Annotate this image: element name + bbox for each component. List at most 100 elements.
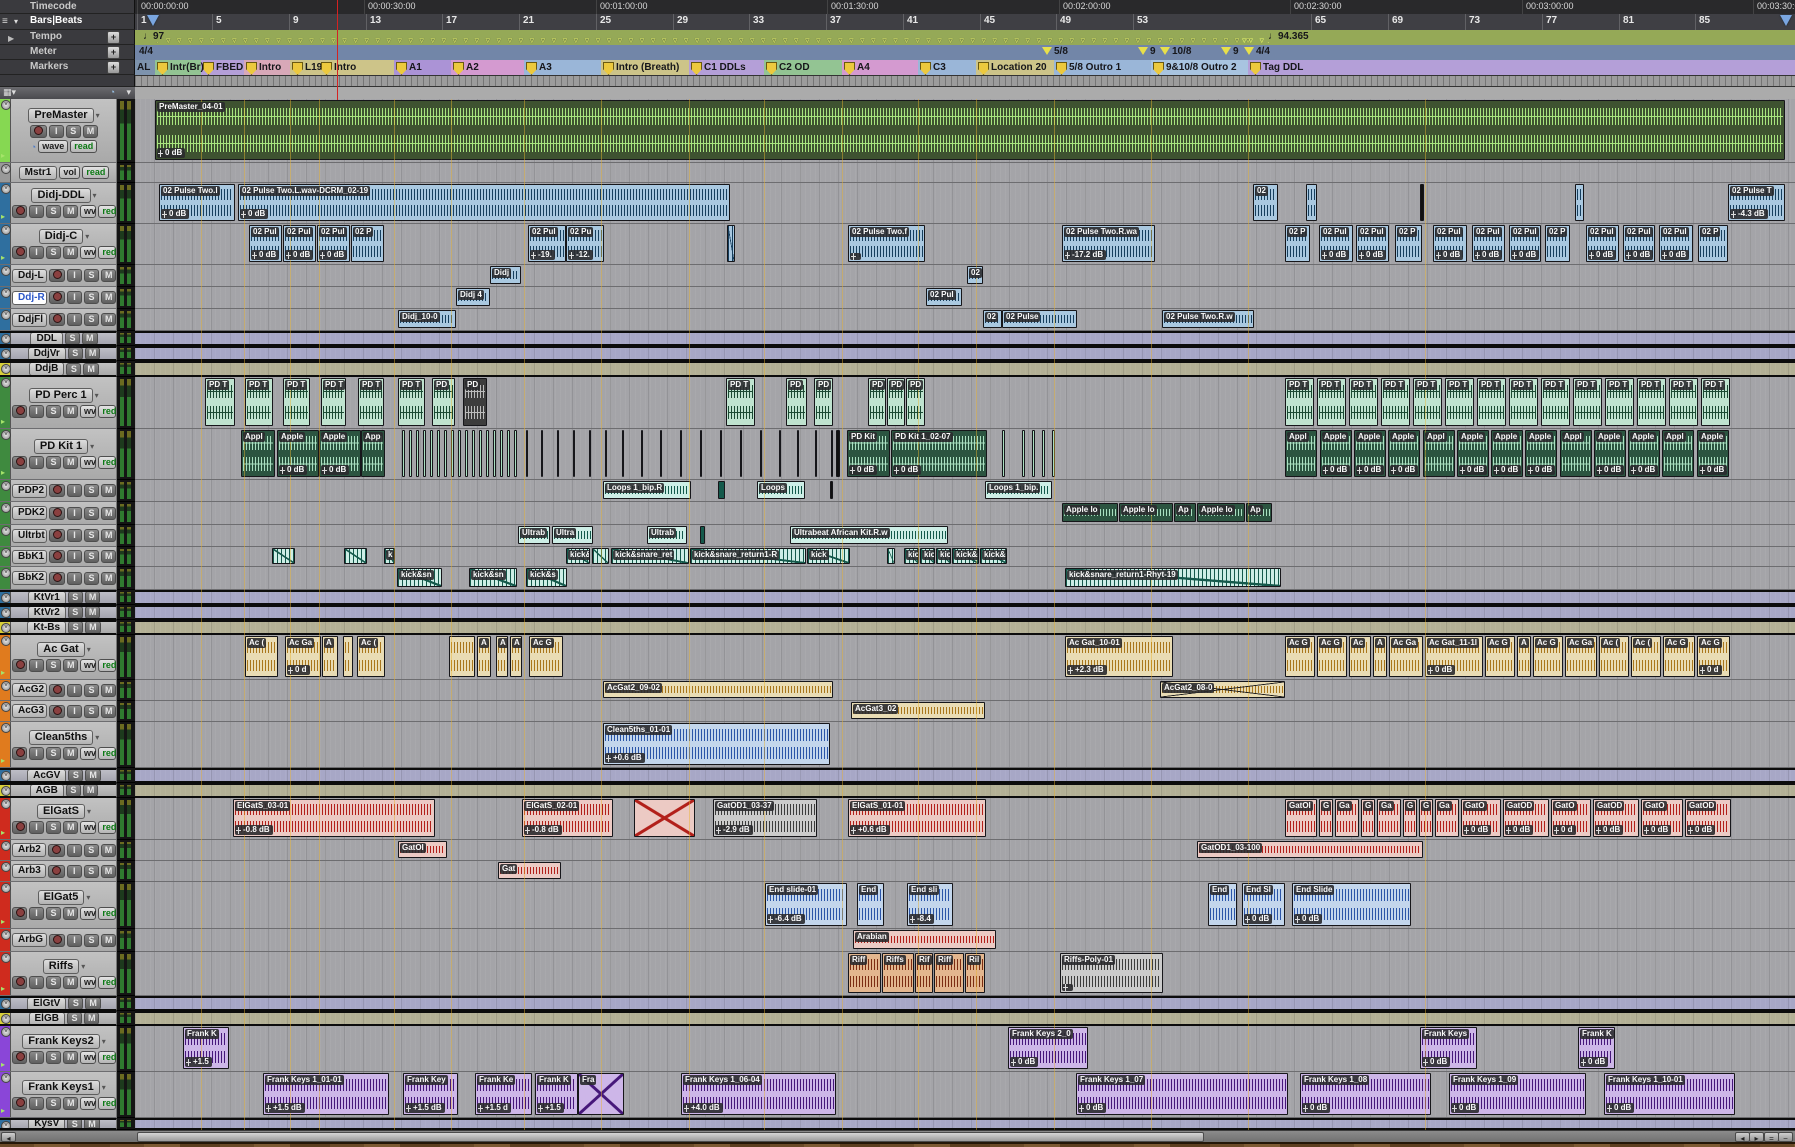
audio-clip[interactable]: GatO0 d bbox=[1551, 799, 1591, 837]
track-lane[interactable]: 02 Pul0 dB02 Pul0 dB02 Pul0 dB02 P02 Pul… bbox=[135, 224, 1795, 265]
mute-button[interactable]: M bbox=[83, 125, 99, 138]
scrollbar-thumb[interactable] bbox=[137, 1132, 1204, 1142]
audio-clip[interactable] bbox=[831, 430, 833, 477]
waveform-view-button[interactable]: wv bbox=[80, 659, 96, 672]
track-lane[interactable]: ApplApple0 dBApple0 dBAppPD Kit0 dBPD Ki… bbox=[135, 429, 1795, 480]
solo-button[interactable]: S bbox=[68, 606, 83, 619]
audio-clip[interactable]: Ac Gat_10-01+2.3 dB bbox=[1065, 636, 1173, 677]
track-collapse-icon[interactable]: ˅ bbox=[1, 608, 11, 618]
audio-clip[interactable] bbox=[1575, 184, 1584, 221]
solo-button[interactable]: S bbox=[68, 997, 83, 1010]
input-monitor-button[interactable]: I bbox=[67, 572, 82, 585]
input-monitor-button[interactable]: I bbox=[29, 456, 44, 469]
solo-button[interactable]: S bbox=[46, 821, 61, 834]
audio-clip[interactable]: PD T bbox=[726, 378, 755, 426]
marker-flag[interactable]: FBED bbox=[203, 62, 243, 75]
playlist-arrow-icon[interactable]: ▸ bbox=[1, 1061, 5, 1069]
record-enable-button[interactable] bbox=[49, 705, 65, 718]
audio-clip[interactable]: Apple0 dB bbox=[1388, 430, 1420, 477]
audio-clip[interactable]: 02 Pul0 dB bbox=[1472, 225, 1505, 262]
audio-clip[interactable]: PreMaster_04-010 dB bbox=[155, 100, 1785, 160]
audio-clip[interactable]: Apple0 dB bbox=[1457, 430, 1489, 477]
track-collapse-icon[interactable]: ˅ bbox=[1, 184, 11, 194]
record-enable-button[interactable] bbox=[12, 1051, 27, 1064]
audio-clip[interactable]: Apple lo bbox=[1197, 503, 1245, 522]
waveform-view-button[interactable]: wv bbox=[80, 1051, 96, 1064]
solo-button[interactable]: S bbox=[84, 844, 99, 857]
track-collapse-icon[interactable]: ˅ bbox=[1, 953, 11, 963]
track-name[interactable]: PDP2 bbox=[12, 484, 47, 498]
audio-clip[interactable] bbox=[815, 430, 817, 477]
audio-clip[interactable]: AcGat3_02 bbox=[851, 702, 985, 719]
audio-clip[interactable] bbox=[465, 430, 468, 477]
ruler-bars-content[interactable]: 1591317212529333741454953656973778185 bbox=[135, 14, 1795, 30]
audio-clip[interactable]: Ac ( bbox=[357, 636, 385, 677]
audio-clip[interactable]: Ac Ga bbox=[1565, 636, 1597, 677]
input-monitor-button[interactable]: I bbox=[67, 865, 82, 878]
track-name[interactable]: DdjB bbox=[29, 362, 64, 376]
audio-clip[interactable] bbox=[605, 430, 607, 477]
audio-clip[interactable]: Ac G0 d bbox=[1697, 636, 1730, 677]
mute-button[interactable]: M bbox=[85, 621, 101, 634]
track-name[interactable]: PreMaster bbox=[28, 108, 93, 123]
solo-button[interactable]: S bbox=[84, 269, 99, 282]
record-enable-button[interactable] bbox=[12, 659, 27, 672]
automation-mode-button[interactable]: red bbox=[98, 659, 116, 672]
audio-clip[interactable]: Apple lo bbox=[1062, 503, 1118, 522]
mute-button[interactable]: M bbox=[101, 865, 116, 878]
track-menu-icon[interactable]: ▾ bbox=[86, 893, 90, 902]
record-enable-button[interactable] bbox=[49, 572, 65, 585]
audio-clip[interactable]: PD T bbox=[245, 378, 273, 426]
track-name[interactable]: Kt-Bs bbox=[27, 621, 66, 635]
audio-clip[interactable] bbox=[416, 430, 419, 477]
audio-clip[interactable]: 02 Pul bbox=[926, 288, 962, 306]
audio-clip[interactable] bbox=[779, 430, 781, 477]
solo-button[interactable]: S bbox=[84, 550, 99, 563]
track-lane[interactable]: Frank Keys 1_01-01+1.5 dBFrank Key+1.5 d… bbox=[135, 1072, 1795, 1118]
solo-button[interactable]: S bbox=[84, 529, 99, 542]
audio-clip[interactable]: Ac G bbox=[1533, 636, 1563, 677]
add-meter-button[interactable]: + bbox=[107, 46, 120, 59]
audio-clip[interactable]: 02 bbox=[967, 266, 983, 284]
audio-clip[interactable]: PD T bbox=[1573, 378, 1602, 426]
track-name[interactable]: PDK2 bbox=[12, 506, 47, 520]
audio-clip[interactable]: G bbox=[1419, 799, 1433, 837]
record-enable-button[interactable] bbox=[30, 125, 47, 138]
audio-clip[interactable]: Apple0 dB bbox=[1525, 430, 1557, 477]
ruler-timecode[interactable]: 00:00:00:0000:00:30:0000:01:00:0000:01:3… bbox=[0, 0, 1795, 15]
mute-button[interactable]: M bbox=[85, 347, 101, 360]
audio-clip[interactable] bbox=[402, 430, 405, 477]
track-collapse-icon[interactable]: ˅ bbox=[1, 681, 11, 691]
audio-clip[interactable]: G bbox=[1403, 799, 1417, 837]
audio-clip[interactable]: Ultrab bbox=[647, 526, 687, 544]
mute-button[interactable]: M bbox=[84, 1012, 100, 1025]
solo-button[interactable]: S bbox=[84, 934, 99, 947]
audio-clip[interactable]: Ac Gat_11-1l0 dB bbox=[1425, 636, 1483, 677]
track-name[interactable]: DdjFl bbox=[12, 313, 47, 327]
scroll-right-button[interactable]: ▸ bbox=[1749, 1132, 1764, 1142]
mute-button[interactable]: M bbox=[101, 313, 116, 326]
record-enable-button[interactable] bbox=[49, 934, 65, 947]
solo-button[interactable]: S bbox=[46, 747, 61, 760]
audio-clip[interactable]: 02 Pu-12. bbox=[566, 225, 604, 262]
ruler-mini-content[interactable] bbox=[135, 75, 1795, 87]
waveform-view-button[interactable]: wv bbox=[80, 747, 96, 760]
audio-clip[interactable]: 02 Pul-19. bbox=[528, 225, 566, 262]
solo-button[interactable]: S bbox=[46, 907, 61, 920]
record-enable-button[interactable] bbox=[48, 865, 65, 878]
track-collapse-icon[interactable]: ˅ bbox=[1, 568, 11, 578]
mute-button[interactable]: M bbox=[85, 591, 101, 604]
input-monitor-button[interactable]: I bbox=[67, 507, 82, 520]
audio-clip[interactable] bbox=[479, 430, 482, 477]
track-lane[interactable]: kick&snkick&snkick&skick&snare_return1-R… bbox=[135, 567, 1795, 590]
audio-clip[interactable]: Frank Keys 1_070 dB bbox=[1076, 1073, 1288, 1115]
audio-clip[interactable]: PD T bbox=[1285, 378, 1314, 426]
track-lane[interactable]: kkick&kick&snare_retkick&snare_return1-R… bbox=[135, 547, 1795, 567]
audio-clip[interactable]: 02 P bbox=[1285, 225, 1310, 262]
input-monitor-button[interactable]: I bbox=[29, 976, 44, 989]
audio-clip[interactable] bbox=[573, 430, 575, 477]
meter-value[interactable]: 10/8 bbox=[1172, 46, 1191, 57]
track-name[interactable]: AGB bbox=[30, 784, 64, 798]
mute-button[interactable]: M bbox=[101, 572, 116, 585]
track-collapse-icon[interactable]: ˅ bbox=[1, 225, 11, 235]
